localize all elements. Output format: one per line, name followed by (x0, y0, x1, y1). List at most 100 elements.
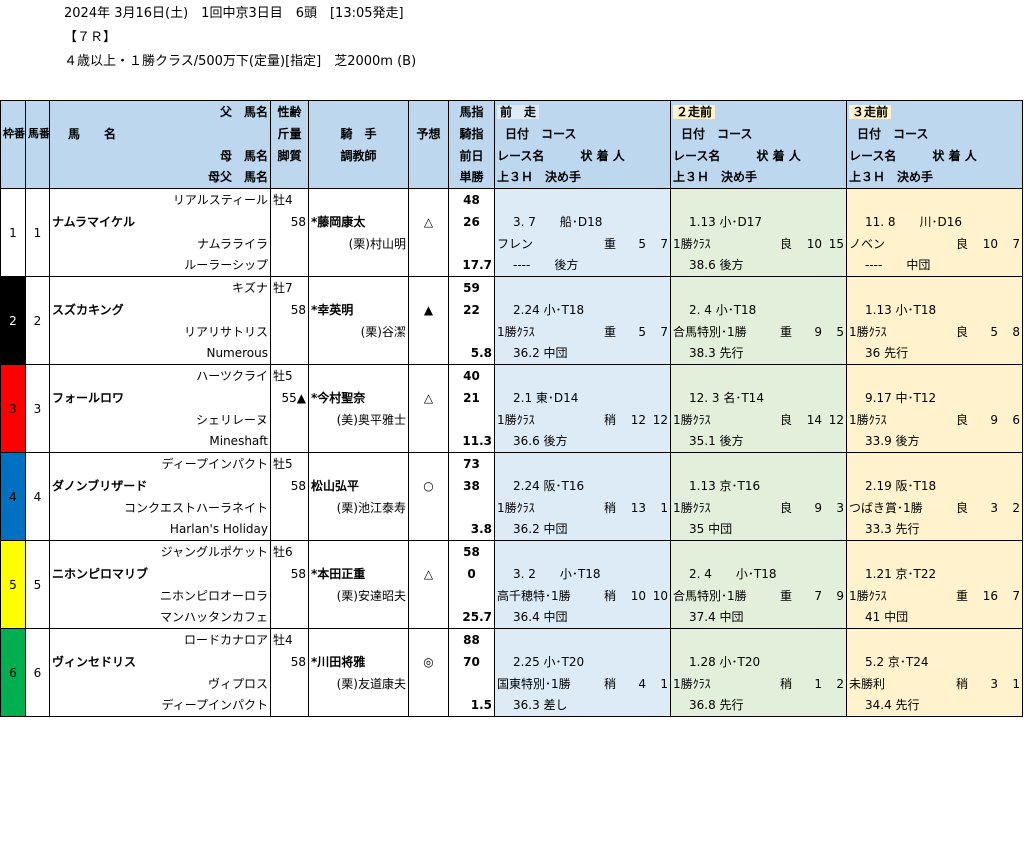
horse-row: ナムラライラ (栗)村山明 フレン重 5 7 1勝ｸﾗｽ良 10 15 ノベン良 10 7 (1, 232, 1023, 255)
prev-race-result: 1勝ｸﾗｽ 稍 13 1 (494, 496, 671, 519)
prev-race-popularity: 3 (836, 500, 844, 515)
prev-race-condition: 重 (603, 236, 616, 251)
index-blank (448, 320, 495, 343)
prev-race-position: 5 (990, 324, 998, 339)
mark-blank (408, 276, 449, 299)
col-index4: 単勝 (448, 166, 495, 189)
horse-row: ルーラーシップ 17.7 ---- 後方 38.6 後方 ---- 中団 (1, 254, 1023, 277)
mark-blank (408, 672, 449, 695)
horse-number: 6 (25, 628, 50, 717)
prev-race-name: フレン (497, 236, 534, 251)
col-mother: 母 馬名 (49, 144, 271, 167)
trainer-blank (308, 694, 409, 717)
prev-race-condition: 重 (955, 588, 968, 603)
col-race-result: レース名 状 着 人 (494, 144, 671, 167)
mothers-father-name: ディープインパクト (49, 694, 271, 717)
trainer-name: (栗)村山明 (308, 232, 409, 255)
horse-row: 1 1 リアルスティール 牡4 48 (0, 188, 1023, 277)
prev-race-condition: 良 (955, 236, 968, 251)
col-last3f: 上３Ｈ 決め手 (494, 166, 671, 189)
frame-number: 4 (0, 452, 26, 541)
jockey-name: *藤岡康太 (308, 210, 409, 233)
prev-race-position: 14 (806, 412, 822, 427)
col-last3f: 上３Ｈ 決め手 (670, 166, 847, 189)
index-blank (448, 496, 495, 519)
horse-index: 40 (448, 364, 495, 387)
prev-race-last3f: 36.3 差し (494, 694, 671, 717)
mother-name: ヴィプロス (49, 672, 271, 695)
horse-number: 4 (25, 452, 50, 541)
prev-race-result: 合馬特別･1勝 重 9 5 (670, 320, 847, 343)
prev-race-last3f: 33.3 先行 (846, 518, 1023, 541)
header-row: 父 馬名 性齢 馬指 前 走 ２走前 ３走前 (0, 100, 1023, 123)
prev-race-popularity: 7 (1012, 588, 1020, 603)
horse-row: 4 4 ディープインパクト 牡5 73 (0, 452, 1023, 541)
mark-blank (408, 254, 449, 277)
style-blank (270, 694, 309, 717)
prev-race-position: 9 (814, 500, 822, 515)
mothers-father-name: マンハッタンカフェ (49, 606, 271, 629)
prev-race-condition: 良 (955, 412, 968, 427)
prev-race-date-course: 5.2 京･T24 (846, 650, 1023, 673)
prev-race-position: 4 (638, 676, 646, 691)
prev-race-last3f: 34.4 先行 (846, 694, 1023, 717)
prev-race-position: 5 (638, 236, 646, 251)
col-prev3: ３走前 (846, 100, 1023, 123)
carried-weight: 55▲ (270, 386, 309, 409)
father-name: ディープインパクト (49, 452, 271, 475)
prev-race-position: 10 (630, 588, 646, 603)
col-index2: 騎指 (448, 122, 495, 145)
col-sex-age: 性齢 (270, 100, 309, 123)
prev-race-last3f: 35.1 後方 (670, 430, 847, 453)
horse-row: ヴィプロス (栗)友道康夫 国東特別･1勝稍 4 1 1勝ｸﾗｽ稍 1 2 未勝利稍 3 1 (1, 672, 1023, 695)
jockey-blank (308, 540, 409, 563)
prev-race-name: 1勝ｸﾗｽ (673, 236, 711, 251)
prev-race-date-course: 12. 3 名･T14 (670, 386, 847, 409)
horse-row: 2 2 キズナ 牡7 59 (0, 276, 1023, 365)
col-weight: 斤量 (270, 122, 309, 145)
father-name: ハーツクライ (49, 364, 271, 387)
horse-index: 48 (448, 188, 495, 211)
mark-blank (408, 364, 449, 387)
mark-blank (408, 496, 449, 519)
prediction-mark: △ (408, 210, 449, 233)
sex-age: 牡6 (270, 540, 309, 563)
trainer-name: (栗)友道康夫 (308, 672, 409, 695)
prev-race-name: 高千穂特･1勝 (497, 588, 571, 603)
index-blank (448, 672, 495, 695)
style-blank (270, 606, 309, 629)
mother-name: シェリレーヌ (49, 408, 271, 431)
jockey-name: *本田正重 (308, 562, 409, 585)
prev-race-result: 1勝ｸﾗｽ 良 5 8 (846, 320, 1023, 343)
prev-race-top (846, 188, 1023, 211)
prev-race-name: 1勝ｸﾗｽ (849, 588, 887, 603)
carried-weight: 58 (270, 210, 309, 233)
prev-race-condition: 良 (955, 324, 968, 339)
prev-race-top (670, 452, 847, 475)
prev-race-last3f: 36.8 先行 (670, 694, 847, 717)
sex-age: 牡7 (270, 276, 309, 299)
father-name: キズナ (49, 276, 271, 299)
mark-blank (408, 320, 449, 343)
mothers-father-name: ルーラーシップ (49, 254, 271, 277)
col-date-course: 日付 コース (846, 122, 1023, 145)
prev-race-position: 9 (814, 324, 822, 339)
prev-race-name: 合馬特別･1勝 (673, 588, 747, 603)
prev-race-position: 10 (982, 236, 998, 251)
prev-race-popularity: 1 (660, 500, 668, 515)
col-race-result: レース名 状 着 人 (670, 144, 847, 167)
prev-race-result: 1勝ｸﾗｽ 良 9 6 (846, 408, 1023, 431)
win-odds: 11.3 (448, 430, 495, 453)
col-horse-name: 馬 名 (49, 122, 271, 145)
prediction-mark: ○ (408, 474, 449, 497)
mark-blank (408, 540, 449, 563)
frame-number: 3 (0, 364, 26, 453)
prev-race-top (846, 276, 1023, 299)
race-date-line: 2024年 3月16日(土) 1回中京3日目 6頭 [13:05発走] (64, 6, 404, 21)
prev-race-position: 7 (814, 588, 822, 603)
col-prediction: 予想 (408, 122, 449, 145)
header-row: 母父 馬名 単勝 上３Ｈ 決め手 上３Ｈ 決め手 上３Ｈ 決め手 (0, 166, 1023, 189)
prev-race-date-course: 2. 4 小･T18 (670, 298, 847, 321)
prev-race-top (670, 628, 847, 651)
col-trainer: 調教師 (308, 144, 409, 167)
